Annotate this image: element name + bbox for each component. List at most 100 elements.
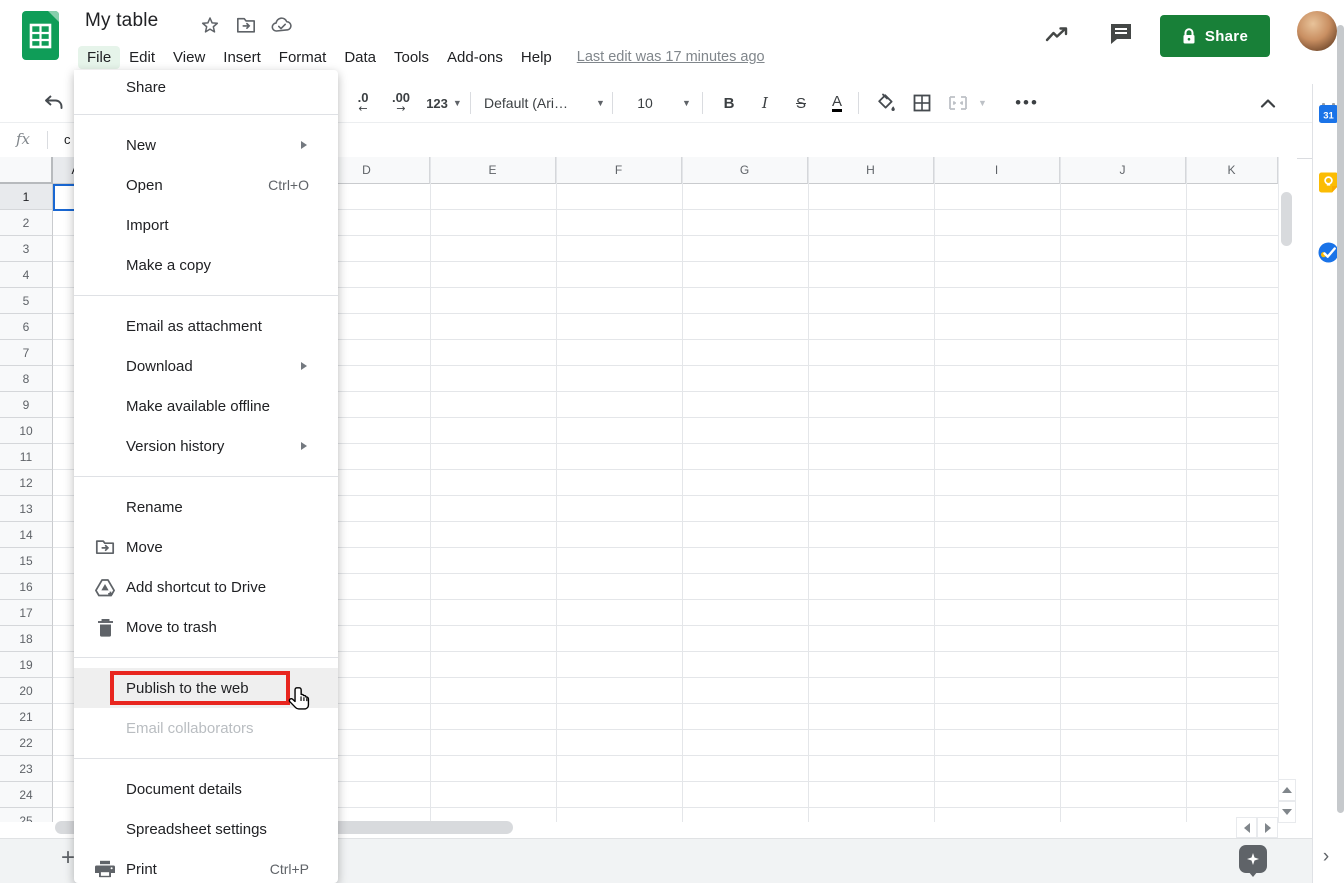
last-edit-link[interactable]: Last edit was 17 minutes ago (577, 49, 765, 65)
fill-color-icon[interactable] (872, 84, 900, 122)
menu-item-add-shortcut-to-drive[interactable]: Add shortcut to Drive (74, 567, 338, 607)
row-header-6[interactable]: 6 (0, 314, 53, 340)
formula-bar-divider (47, 131, 48, 149)
column-header-k[interactable]: K (1186, 157, 1278, 184)
row-header-10[interactable]: 10 (0, 418, 53, 444)
calendar-icon[interactable]: 31 (1318, 103, 1339, 124)
column-header-g[interactable]: G (682, 157, 808, 184)
menubar-item-tools[interactable]: Tools (385, 46, 438, 69)
column-header-e[interactable]: E (430, 157, 556, 184)
row-header-21[interactable]: 21 (0, 704, 53, 730)
font-family-caret-icon[interactable]: ▼ (592, 84, 605, 122)
menu-item-make-a-copy[interactable]: Make a copy (74, 245, 338, 285)
menu-item-open[interactable]: Open Ctrl+O (74, 165, 338, 205)
text-color-button[interactable]: A (824, 84, 850, 122)
bold-button[interactable]: B (716, 84, 742, 122)
menu-item-version-history[interactable]: Version history (74, 426, 338, 466)
column-header-h[interactable]: H (808, 157, 934, 184)
menubar-item-add-ons[interactable]: Add-ons (438, 46, 512, 69)
row-header-9[interactable]: 9 (0, 392, 53, 418)
row-header-13[interactable]: 13 (0, 496, 53, 522)
row-header-19[interactable]: 19 (0, 652, 53, 678)
vertical-scrollbar-track[interactable] (1278, 157, 1297, 823)
row-header-2[interactable]: 2 (0, 210, 53, 236)
row-header-24[interactable]: 24 (0, 782, 53, 808)
menu-item-email-as-attachment[interactable]: Email as attachment (74, 306, 338, 346)
menubar-item-format[interactable]: Format (270, 46, 336, 69)
menubar-item-data[interactable]: Data (335, 46, 385, 69)
menu-item-move[interactable]: Move (74, 527, 338, 567)
cloud-saved-icon[interactable] (270, 14, 294, 36)
menubar-item-file[interactable]: File (78, 45, 121, 69)
menu-item-move-to-trash[interactable]: Move to trash (74, 607, 338, 647)
row-header-15[interactable]: 15 (0, 548, 53, 574)
scroll-right-icon[interactable] (1257, 817, 1278, 838)
move-folder-icon[interactable] (234, 14, 258, 36)
keep-icon[interactable] (1318, 172, 1339, 193)
insights-trend-icon[interactable] (1044, 24, 1072, 51)
hide-panel-chevron-icon[interactable]: › (1314, 845, 1338, 869)
italic-button[interactable]: I (752, 84, 778, 122)
star-icon[interactable] (198, 14, 222, 36)
row-header-23[interactable]: 23 (0, 756, 53, 782)
decrease-decimal-icon[interactable]: .0 ← (348, 84, 378, 122)
menu-item-download[interactable]: Download (74, 346, 338, 386)
scroll-up-icon[interactable] (1278, 779, 1296, 801)
menu-item-print[interactable]: Print Ctrl+P (74, 849, 338, 883)
number-format-dropdown[interactable]: 123 ▼ (422, 84, 466, 122)
row-header-20[interactable]: 20 (0, 678, 53, 704)
row-headers[interactable]: 1 2 3 4 5 6 7 8 9 10 11 12 13 14 15 16 17 18 19 20 21 22 23 24 2… (0, 184, 53, 822)
increase-decimal-icon[interactable]: .00 → (384, 84, 418, 122)
column-header-j[interactable]: J (1060, 157, 1186, 184)
explore-icon[interactable] (1239, 845, 1267, 877)
vertical-scrollbar-thumb[interactable] (1281, 192, 1292, 246)
row-header-1[interactable]: 1 (0, 184, 53, 210)
font-size-caret-icon[interactable]: ▼ (678, 84, 691, 122)
row-header-3[interactable]: 3 (0, 236, 53, 262)
fx-label: fx (16, 130, 31, 148)
menubar-item-help[interactable]: Help (512, 46, 561, 69)
document-title[interactable]: My table (85, 10, 158, 32)
scroll-left-icon[interactable] (1236, 817, 1257, 838)
menubar-item-insert[interactable]: Insert (214, 46, 270, 69)
menu-item-rename[interactable]: Rename (74, 487, 338, 527)
row-header-8[interactable]: 8 (0, 366, 53, 392)
row-header-14[interactable]: 14 (0, 522, 53, 548)
font-size-dropdown[interactable]: 10 (630, 84, 660, 122)
row-header-7[interactable]: 7 (0, 340, 53, 366)
collapse-toolbar-icon[interactable] (1254, 84, 1282, 122)
row-header-25[interactable]: 25 (0, 808, 53, 822)
menu-item-new[interactable]: New (74, 125, 338, 165)
menu-item-document-details[interactable]: Document details (74, 769, 338, 809)
menubar-item-edit[interactable]: Edit (120, 46, 164, 69)
row-header-11[interactable]: 11 (0, 444, 53, 470)
menu-item-import[interactable]: Import (74, 205, 338, 245)
menubar-item-view[interactable]: View (164, 46, 214, 69)
row-header-4[interactable]: 4 (0, 262, 53, 288)
row-header-17[interactable]: 17 (0, 600, 53, 626)
select-all-corner[interactable] (0, 157, 53, 184)
font-family-dropdown[interactable]: Default (Ari… (484, 84, 594, 122)
menu-item-share[interactable]: Share (74, 70, 338, 104)
file-menu-scrollbar-thumb[interactable] (1337, 25, 1344, 813)
undo-icon[interactable] (40, 84, 66, 122)
row-header-12[interactable]: 12 (0, 470, 53, 496)
row-header-22[interactable]: 22 (0, 730, 53, 756)
row-header-5[interactable]: 5 (0, 288, 53, 314)
tasks-icon[interactable] (1318, 242, 1339, 263)
strikethrough-button[interactable]: S (788, 84, 814, 122)
scroll-down-icon[interactable] (1278, 801, 1296, 823)
more-toolbar-icon[interactable]: ••• (1012, 84, 1042, 122)
menu-item-publish-to-the-web[interactable]: Publish to the web (74, 668, 338, 708)
borders-icon[interactable] (908, 84, 936, 122)
row-header-16[interactable]: 16 (0, 574, 53, 600)
menu-item-make-available-offline[interactable]: Make available offline (74, 386, 338, 426)
comment-icon[interactable] (1108, 21, 1134, 52)
row-header-18[interactable]: 18 (0, 626, 53, 652)
account-avatar[interactable] (1297, 11, 1337, 51)
column-header-f[interactable]: F (556, 157, 682, 184)
menu-item-spreadsheet-settings[interactable]: Spreadsheet settings (74, 809, 338, 849)
sheets-logo-icon[interactable] (22, 11, 59, 60)
share-button[interactable]: Share (1160, 15, 1270, 57)
column-header-i[interactable]: I (934, 157, 1060, 184)
